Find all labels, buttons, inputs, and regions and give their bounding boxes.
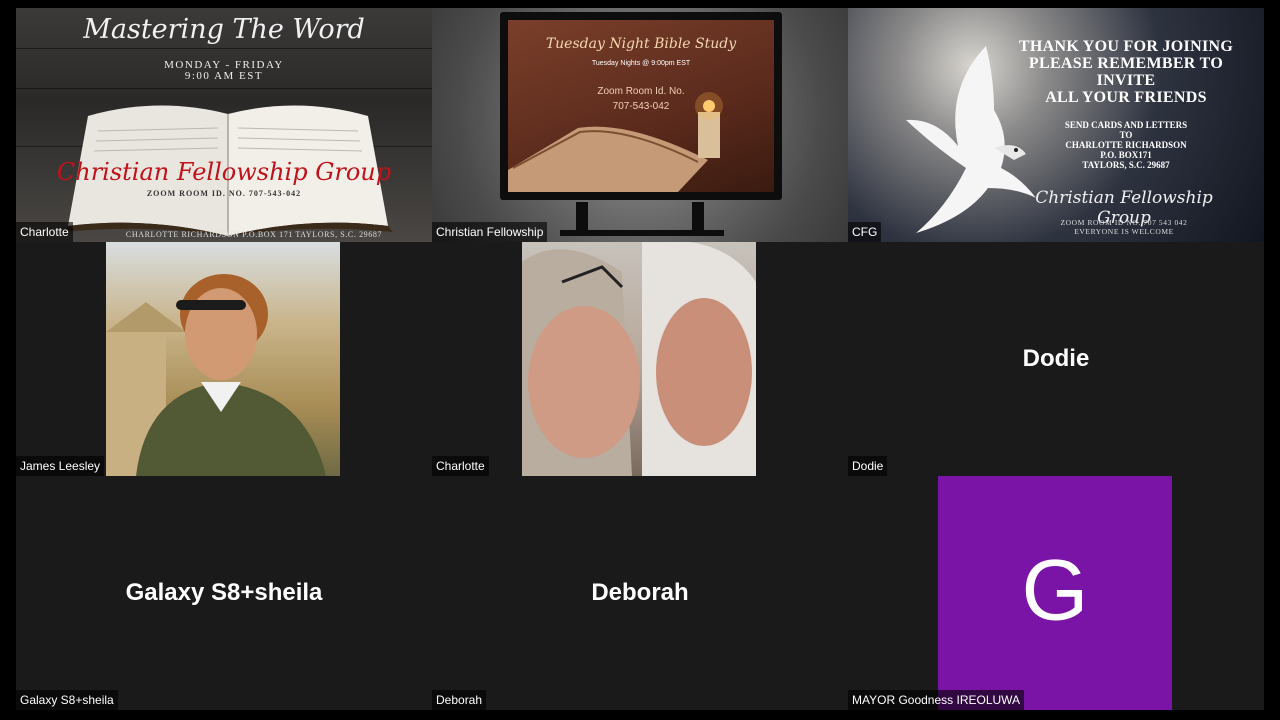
tv-stand-leg	[692, 202, 704, 230]
participant-display-name: Deborah	[591, 579, 689, 606]
video-tile-charlotte-photo[interactable]: Charlotte	[432, 242, 848, 476]
participant-name-label: James Leesley	[16, 456, 105, 476]
participant-name-label: Charlotte	[16, 222, 73, 242]
slide-thank-you-headline: THANK YOU FOR JOINING PLEASE REMEMBER TO…	[1018, 38, 1234, 106]
participant-display-name: Dodie	[1022, 345, 1090, 372]
video-tile-cfg[interactable]: THANK YOU FOR JOINING PLEASE REMEMBER TO…	[848, 8, 1264, 242]
slide-days: MONDAY - FRIDAY 9:00 AM EST	[164, 59, 284, 82]
video-tile-charlotte-slide[interactable]: Mastering The Word MONDAY - FRIDAY 9:00 …	[16, 8, 432, 242]
wood-plank	[16, 88, 432, 89]
video-tile-mayor-goodness[interactable]: G MAYOR Goodness IREOLUWA	[848, 476, 1264, 710]
bible-candle-image	[508, 92, 723, 192]
participant-name-label: Galaxy S8+sheila	[16, 690, 118, 710]
tv-stand-leg	[576, 202, 588, 230]
slide-group-name: Christian Fellowship Group	[56, 158, 392, 186]
participant-photo	[522, 242, 756, 476]
participant-name-label: MAYOR Goodness IREOLUWA	[848, 690, 1025, 710]
slide-zoom-id: ZOOM ROOM ID. NO. 707-543-042	[146, 189, 302, 198]
participant-name-label: Deborah	[432, 690, 487, 710]
participant-avatar: G	[938, 476, 1172, 710]
participant-name-label: Christian Fellowship	[432, 222, 548, 242]
participant-name-label: CFG	[848, 222, 882, 242]
slide-address: CHARLOTTE RICHARDSON P.O.BOX 171 TAYLORS…	[125, 230, 383, 239]
video-tile-christian-fellowship[interactable]: Tuesday Night Bible Study Tuesday Nights…	[432, 8, 848, 242]
tv-frame: Tuesday Night Bible Study Tuesday Nights…	[500, 12, 782, 200]
wood-plank	[16, 48, 432, 49]
participant-name-label: Charlotte	[432, 456, 489, 476]
participant-display-name: Galaxy S8+sheila	[125, 579, 323, 606]
slide-title: Mastering The Word	[83, 14, 365, 45]
couple-portrait-image	[522, 242, 756, 476]
participant-name-label: Dodie	[848, 456, 888, 476]
tv-stand-base	[560, 230, 724, 236]
tv-screen: Tuesday Night Bible Study Tuesday Nights…	[508, 20, 774, 192]
video-tile-james-leesley[interactable]: James Leesley	[16, 242, 432, 476]
avatar-initial: G	[1021, 542, 1089, 639]
video-tile-dodie[interactable]: Dodie Dodie	[848, 242, 1264, 476]
video-tile-deborah[interactable]: Deborah Deborah	[432, 476, 848, 710]
participant-photo	[106, 242, 340, 476]
man-portrait-image	[106, 274, 326, 476]
slide-mail-info: SEND CARDS AND LETTERS TO CHARLOTTE RICH…	[1064, 120, 1188, 170]
slide-footer: ZOOM ROOM ID NO. 707 543 042 EVERYONE IS…	[1060, 218, 1188, 236]
video-tile-galaxy-s8-sheila[interactable]: Galaxy S8+sheila Galaxy S8+sheila	[16, 476, 432, 710]
